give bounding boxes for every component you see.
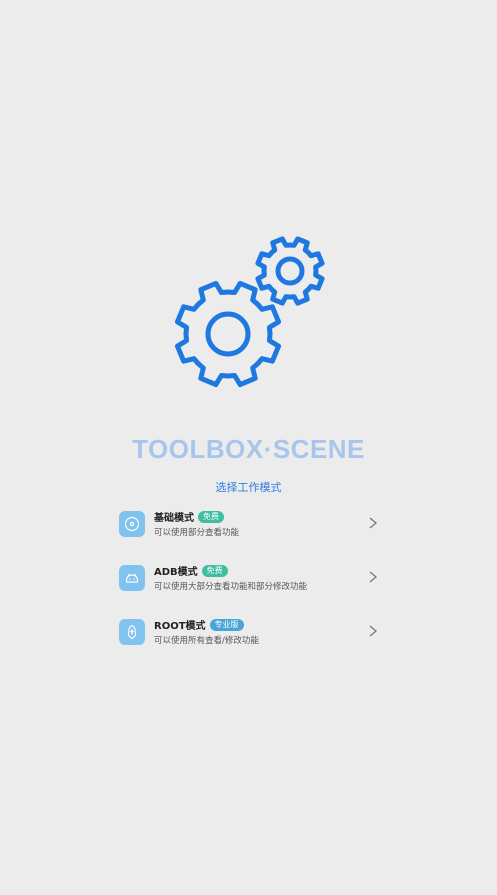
chevron-right-icon bbox=[369, 625, 378, 637]
mode-title: ADB模式 bbox=[154, 567, 198, 578]
adb-mode-item[interactable]: ADB模式 免费 可以使用大部分查看功能和部分修改功能 bbox=[117, 560, 381, 596]
root-mode-item[interactable]: ROOT模式 专业版 可以使用所有查看/修改功能 bbox=[117, 614, 381, 650]
pro-badge: 专业版 bbox=[209, 618, 244, 631]
mode-selection-subtitle: 选择工作模式 bbox=[215, 481, 282, 494]
gears-icon bbox=[174, 236, 325, 388]
basic-mode-item[interactable]: 基础模式 免费 可以使用部分查看功能 bbox=[117, 506, 381, 542]
app-title: TOOLBOX·SCENE bbox=[132, 434, 365, 464]
mode-title: 基础模式 bbox=[154, 513, 194, 524]
free-badge: 免费 bbox=[201, 564, 228, 577]
mode-description: 可以使用部分查看功能 bbox=[154, 528, 240, 538]
mode-selection-screen: TOOLBOX·SCENE 选择工作模式 基础模式 免费 可以使用部分查看功能 bbox=[0, 0, 497, 895]
mode-list: 基础模式 免费 可以使用部分查看功能 ADB模式 免费 可以使用大部分查看功能和… bbox=[117, 506, 381, 668]
mode-description: 可以使用所有查看/修改功能 bbox=[154, 636, 259, 646]
chevron-right-icon bbox=[369, 571, 378, 583]
root-icon bbox=[119, 619, 145, 645]
free-badge: 免费 bbox=[198, 510, 224, 523]
android-icon bbox=[119, 565, 145, 591]
chevron-right-icon bbox=[369, 517, 378, 529]
mode-description: 可以使用大部分查看功能和部分修改功能 bbox=[154, 582, 308, 592]
mode-title: ROOT模式 bbox=[154, 621, 206, 632]
disc-icon bbox=[119, 511, 145, 537]
